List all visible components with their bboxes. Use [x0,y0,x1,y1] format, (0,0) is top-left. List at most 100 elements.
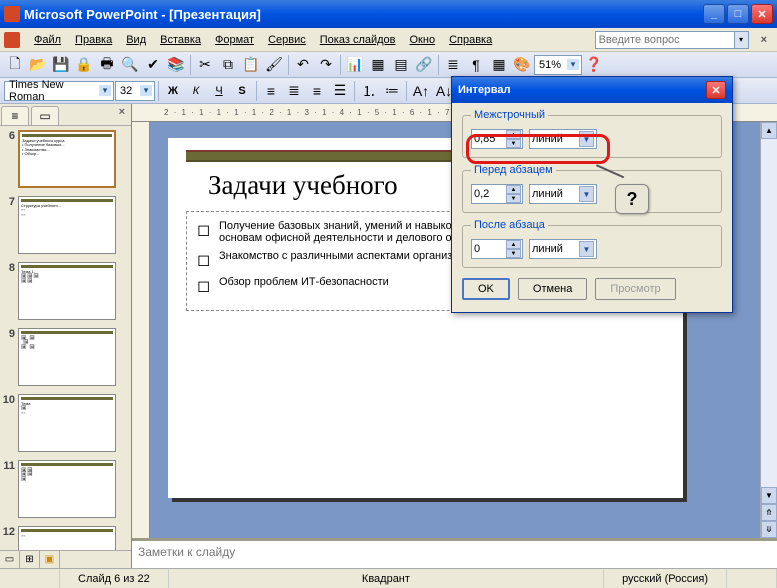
line-spacing-spinner[interactable]: ▲▼ [471,129,523,149]
preview-button[interactable]: Просмотр [595,278,675,300]
spin-up-icon[interactable]: ▲ [506,185,521,194]
panel-close-button[interactable]: × [113,104,131,125]
minimize-button[interactable]: _ [703,4,725,24]
dialog-title: Интервал [458,84,511,96]
scroll-down-button[interactable]: ▼ [761,487,777,504]
next-slide-button[interactable]: ⤋ [761,521,777,538]
undo-button[interactable]: ↶ [292,54,314,76]
numbered-list-button[interactable]: ⒈ [358,80,380,102]
slides-tab[interactable]: ▭ [31,106,59,125]
spin-up-icon[interactable]: ▲ [506,240,521,249]
menu-file[interactable]: Файл [28,32,67,48]
align-right-button[interactable]: ≡ [306,80,328,102]
paste-button[interactable]: 📋 [240,54,262,76]
spell-button[interactable]: ✔ [142,54,164,76]
bold-button[interactable]: Ж [162,80,184,102]
print-preview-button[interactable]: 🔍 [119,54,141,76]
dialog-titlebar[interactable]: Интервал ✕ [452,77,732,103]
zoom-select[interactable]: 51% [534,55,582,75]
help-search-dropdown[interactable]: ▾ [735,31,749,49]
chevron-down-icon[interactable]: ▼ [579,131,594,147]
chart-button[interactable]: 📊 [344,54,366,76]
after-paragraph-unit-select[interactable]: линий▼ [529,239,597,259]
after-paragraph-spinner[interactable]: ▲▼ [471,239,523,259]
hyperlink-button[interactable]: 🔗 [413,54,435,76]
thumbnail-slide[interactable]: 7Структура учебного...▫▫▫▫▫▫ [2,196,129,254]
thumbnail-slide[interactable]: 10Тема🖼▫▫▫ [2,394,129,452]
chevron-down-icon[interactable]: ▼ [579,241,594,257]
bullet-text[interactable]: Обзор проблем ИТ-безопасности [219,276,389,296]
menu-service[interactable]: Сервис [262,32,312,48]
italic-button[interactable]: К [185,80,207,102]
scroll-up-button[interactable]: ▲ [761,122,777,139]
permission-button[interactable]: 🔒 [73,54,95,76]
sorter-view-button[interactable]: ⊞ [20,551,40,568]
spin-down-icon[interactable]: ▼ [506,139,521,148]
before-paragraph-group: Перед абзацем ▲▼ линий▼ ? [462,164,722,213]
align-center-button[interactable]: ≣ [283,80,305,102]
spin-down-icon[interactable]: ▼ [506,249,521,258]
menu-bar: Файл Правка Вид Вставка Формат Сервис По… [0,28,777,52]
outline-tab[interactable]: ≡ [1,106,29,125]
slideshow-view-button[interactable]: ▣ [40,551,60,568]
dialog-close-button[interactable]: ✕ [706,81,726,99]
cut-button[interactable]: ✂ [194,54,216,76]
help-button[interactable]: ❓ [583,54,605,76]
menu-edit[interactable]: Правка [69,32,118,48]
show-formatting-button[interactable]: ¶ [465,54,487,76]
distribute-button[interactable]: ☰ [329,80,351,102]
menu-slideshow[interactable]: Показ слайдов [314,32,402,48]
table-button[interactable]: ▦ [367,54,389,76]
status-slide: Слайд 6 из 22 [60,569,169,588]
increase-font-button[interactable]: A↑ [410,80,432,102]
open-button[interactable]: 📂 [27,54,49,76]
format-painter-button[interactable]: 🖌 [263,54,285,76]
color-button[interactable]: 🎨 [511,54,533,76]
tables-borders-button[interactable]: ▤ [390,54,412,76]
menu-window[interactable]: Окно [404,32,442,48]
shadow-button[interactable]: S [231,80,253,102]
spin-up-icon[interactable]: ▲ [506,130,521,139]
menu-view[interactable]: Вид [120,32,152,48]
print-button[interactable]: 🖶 [96,54,118,76]
doc-close-button[interactable]: × [755,32,773,48]
after-paragraph-input[interactable] [472,243,506,255]
line-spacing-unit-select[interactable]: линий▼ [529,129,597,149]
ok-button[interactable]: OK [462,278,510,300]
cancel-button[interactable]: Отмена [518,278,587,300]
research-button[interactable]: 📚 [165,54,187,76]
before-paragraph-spinner[interactable]: ▲▼ [471,184,523,204]
redo-button[interactable]: ↷ [315,54,337,76]
status-language[interactable]: русский (Россия) [604,569,727,588]
save-button[interactable]: 💾 [50,54,72,76]
close-button[interactable]: ✕ [751,4,773,24]
window-title: Microsoft PowerPoint - [Презентация] [24,7,703,22]
menu-format[interactable]: Формат [209,32,260,48]
normal-view-button[interactable]: ▭ [0,551,20,568]
before-paragraph-input[interactable] [472,188,506,200]
new-doc-button[interactable]: 🗋 [4,54,26,76]
grid-button[interactable]: ▦ [488,54,510,76]
align-left-button[interactable]: ≡ [260,80,282,102]
vertical-scrollbar[interactable]: ▲ ▼ ⤊ ⤋ [760,122,777,538]
font-size-select[interactable]: 32 [115,81,155,101]
thumbnail-slide[interactable]: 9🖼 🖼 🖼🖼 🖼 [2,328,129,386]
menu-help[interactable]: Справка [443,32,498,48]
notes-pane[interactable]: Заметки к слайду [132,538,777,568]
thumbnail-slide[interactable]: 11🖼 🖼🖼 🖼🖼 [2,460,129,518]
line-spacing-input[interactable] [472,133,506,145]
help-search-input[interactable] [595,31,735,49]
bulleted-list-button[interactable]: ≔ [381,80,403,102]
menu-insert[interactable]: Вставка [154,32,207,48]
prev-slide-button[interactable]: ⤊ [761,504,777,521]
thumbnail-slide[interactable]: 8Тема 1.🖼 🖼 🖼🖼 🖼 [2,262,129,320]
thumbnail-slide[interactable]: 6Задачи учебного курса• Получение базовы… [2,130,129,188]
copy-button[interactable]: ⧉ [217,54,239,76]
underline-button[interactable]: Ч [208,80,230,102]
after-paragraph-group: После абзаца ▲▼ линий▼ [462,219,722,268]
maximize-button[interactable]: □ [727,4,749,24]
font-name-select[interactable]: Times New Roman [4,81,114,101]
thumbnail-slide[interactable]: 12▫▫▫ [2,526,129,550]
spin-down-icon[interactable]: ▼ [506,194,521,203]
expand-all-button[interactable]: ≣ [442,54,464,76]
